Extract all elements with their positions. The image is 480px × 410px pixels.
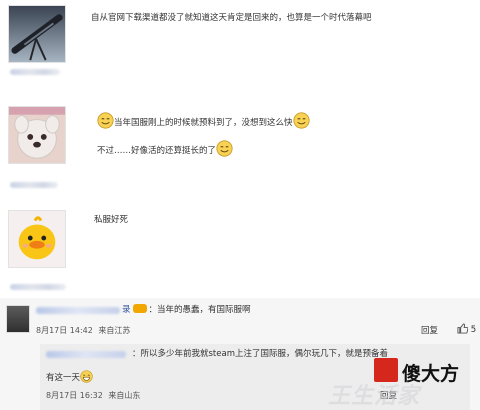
plush-image (9, 107, 65, 163)
like-button[interactable]: 5 (457, 323, 476, 335)
reply-line-2-text: 有这一天 (46, 373, 81, 383)
reply-location: 来自山东 (108, 391, 141, 400)
smile-emoji-icon (292, 112, 310, 129)
avatar-telescope[interactable] (8, 5, 66, 63)
reply-text: ：所以多少年前我就steam上注了国际服，偶尔玩几下，就是预备着 (132, 349, 388, 359)
reply-line-2: 有这一天 (46, 370, 93, 384)
commenter-name-blurred[interactable] (36, 307, 120, 314)
username-blurred[interactable] (10, 284, 66, 290)
avatar-plush[interactable] (8, 106, 66, 164)
telescope-image (9, 6, 65, 62)
post-2-line-2: 不过……好像活的还算挺长的了 (97, 140, 233, 157)
logo-text: 傻大方 (402, 363, 460, 385)
post-2-line-2-text: 不过……好像活的还算挺长的了 (97, 146, 217, 156)
username-blurred[interactable] (10, 69, 60, 75)
commenter-name-suffix[interactable]: 录 (122, 305, 131, 315)
top-comment-location: 来自江苏 (98, 326, 131, 335)
top-comment: 录 ：当年的愚蠢，有国际服啊 (122, 304, 251, 316)
reply-name-blurred[interactable] (46, 351, 126, 358)
avatar-duck[interactable] (8, 210, 66, 268)
top-comment-date: 8月17日 14:42 (36, 326, 93, 335)
top-comment-meta: 8月17日 14:42 来自江苏 (36, 325, 130, 336)
username-blurred[interactable] (10, 182, 58, 188)
logo-red-box (374, 358, 398, 382)
reply-meta: 8月17日 16:32 来自山东 (46, 390, 140, 401)
commenter-avatar[interactable] (6, 305, 30, 333)
site-logo-watermark: 傻大方 (374, 356, 470, 385)
member-badge-icon (132, 304, 147, 313)
screenshot-root: 自从官网下载渠道都没了就知道这天肯定是回来的，也算是一个时代落幕吧 当年国服刚上… (0, 0, 480, 410)
smile-emoji-icon (97, 112, 114, 129)
like-count: 5 (470, 325, 477, 335)
smile-emoji-icon (216, 140, 233, 157)
post-3-text: 私服好死 (94, 215, 129, 225)
grin-emoji-icon (80, 370, 93, 383)
post-1-text: 自从官网下载渠道都没了就知道这天肯定是回来的，也算是一个时代落幕吧 (91, 13, 372, 23)
top-reply-button[interactable]: 回复 (421, 324, 438, 336)
comments-panel: 录 ：当年的愚蠢，有国际服啊 8月17日 14:42 来自江苏 回复 5 ：所以多… (0, 298, 480, 410)
post-2-line-1-text: 当年国服刚上的时候就预料到了，没想到这么快 (114, 118, 293, 128)
duck-image (9, 211, 65, 267)
thumbs-up-icon (457, 323, 469, 334)
post-2-line-1: 当年国服刚上的时候就预料到了，没想到这么快 (97, 112, 310, 129)
reply-date: 8月17日 16:32 (46, 391, 103, 400)
top-comment-text: ：当年的愚蠢，有国际服啊 (148, 305, 251, 315)
